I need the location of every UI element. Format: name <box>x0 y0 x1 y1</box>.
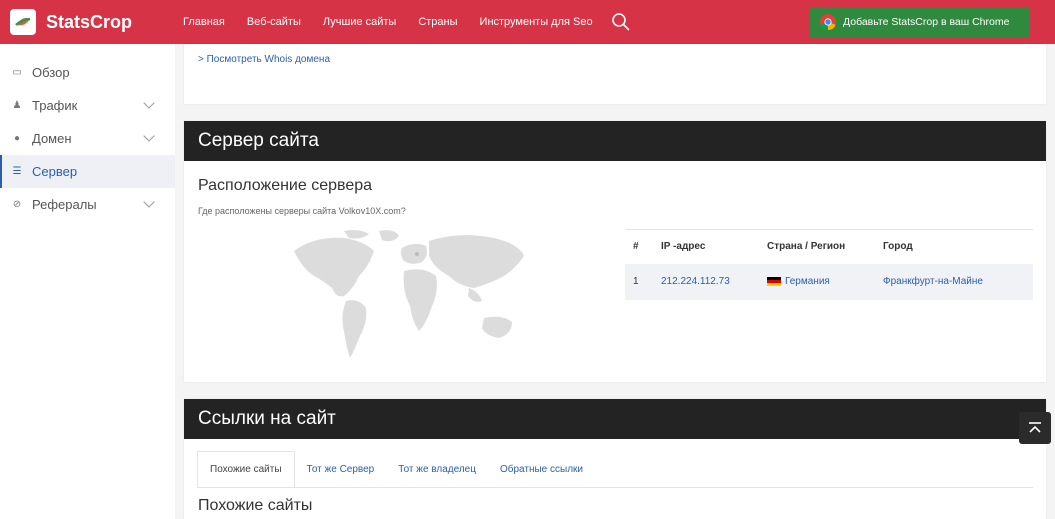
site-links-card: Ссылки на сайт Похожие сайты Тот же Серв… <box>184 399 1046 519</box>
country-link[interactable]: Германия <box>785 276 830 287</box>
col-header-city: Город <box>875 229 1033 264</box>
nav-item-websites[interactable]: Веб-сайты <box>247 16 301 28</box>
main-nav: Главная Веб-сайты Лучшие сайты Страны Ин… <box>183 12 631 32</box>
globe-icon: ● <box>13 133 21 144</box>
link-icon: ⊘ <box>12 199 22 210</box>
users-icon: ♟ <box>12 100 22 111</box>
monitor-icon: ▭ <box>12 67 22 78</box>
server-card: Сервер сайта Расположение сервера Где ра… <box>184 121 1046 382</box>
top-navbar: StatsCrop Главная Веб-сайты Лучшие сайты… <box>0 0 1055 44</box>
sidebar-item-overview[interactable]: ▭ Обзор <box>0 56 175 89</box>
similar-sites-title: Похожие сайты <box>198 497 313 514</box>
germany-flag-icon <box>767 276 781 286</box>
col-header-num: # <box>625 229 653 264</box>
server-location-subtitle: Где расположены серверы сайта Volkov10X.… <box>198 206 406 216</box>
add-to-chrome-button[interactable]: Добавьте StatsCrop в ваш Chrome <box>809 7 1029 37</box>
table-header-row: # IP -адрес Страна / Регион Город <box>625 229 1033 264</box>
sidebar-item-domain[interactable]: ● Домен <box>0 122 175 155</box>
chrome-icon <box>819 13 837 31</box>
sidebar-item-label: Сервер <box>32 164 78 179</box>
nav-item-top-sites[interactable]: Лучшие сайты <box>323 16 396 28</box>
nav-item-seo-tools[interactable]: Инструменты для Seo <box>480 16 593 28</box>
server-location-title: Расположение сервера <box>198 177 373 194</box>
statscrop-logo-icon <box>10 9 36 35</box>
world-map-image <box>294 230 524 358</box>
server-ip-table: # IP -адрес Страна / Регион Город 1 212.… <box>625 229 1033 300</box>
server-icon: ☰ <box>12 166 22 177</box>
whois-link[interactable]: > Посмотреть Whois домена <box>198 54 330 65</box>
col-header-country: Страна / Регион <box>759 229 875 264</box>
tab-same-server[interactable]: Тот же Сервер <box>295 451 387 487</box>
tab-similar-sites[interactable]: Похожие сайты <box>197 451 295 487</box>
tabs-divider <box>197 487 1033 488</box>
brand[interactable]: StatsCrop <box>0 9 175 35</box>
whois-card: > Посмотреть Whois домена <box>184 44 1046 104</box>
sidebar-item-label: Рефералы <box>32 197 97 212</box>
nav-item-countries[interactable]: Страны <box>418 16 457 28</box>
server-section-header: Сервер сайта <box>184 121 1046 161</box>
scroll-to-top-button[interactable] <box>1019 412 1051 444</box>
row-num: 1 <box>625 263 653 300</box>
tab-backlinks[interactable]: Обратные ссылки <box>488 451 595 487</box>
sidebar: ▭ Обзор ♟ Трафик ● Домен ☰ Сервер ⊘ Рефе… <box>0 44 175 519</box>
ip-address-link[interactable]: 212.224.112.73 <box>653 263 759 300</box>
sidebar-item-traffic[interactable]: ♟ Трафик <box>0 89 175 122</box>
city-link[interactable]: Франкфурт-на-Майне <box>875 263 1033 300</box>
add-to-chrome-label: Добавьте StatsCrop в ваш Chrome <box>843 16 1010 28</box>
tab-same-owner[interactable]: Тот же владелец <box>386 451 488 487</box>
sidebar-item-server[interactable]: ☰ Сервер <box>0 155 175 188</box>
links-section-header: Ссылки на сайт <box>184 399 1046 439</box>
links-tabs: Похожие сайты Тот же Сервер Тот же владе… <box>197 451 595 487</box>
chevron-down-icon <box>143 196 155 208</box>
col-header-ip: IP -адрес <box>653 229 759 264</box>
country-cell[interactable]: Германия <box>759 263 875 300</box>
brand-name: StatsCrop <box>46 11 133 32</box>
chevron-down-icon <box>143 130 155 142</box>
sidebar-item-referrals[interactable]: ⊘ Рефералы <box>0 188 175 221</box>
table-row: 1 212.224.112.73 Германия Франкфурт-на-М… <box>625 263 1033 300</box>
arrow-up-to-top-icon <box>1029 422 1041 433</box>
nav-item-home[interactable]: Главная <box>183 16 225 28</box>
sidebar-item-label: Домен <box>32 131 72 146</box>
sidebar-item-label: Обзор <box>32 65 70 80</box>
sidebar-item-label: Трафик <box>32 98 78 113</box>
search-icon[interactable] <box>611 12 631 32</box>
chevron-down-icon <box>143 97 155 109</box>
